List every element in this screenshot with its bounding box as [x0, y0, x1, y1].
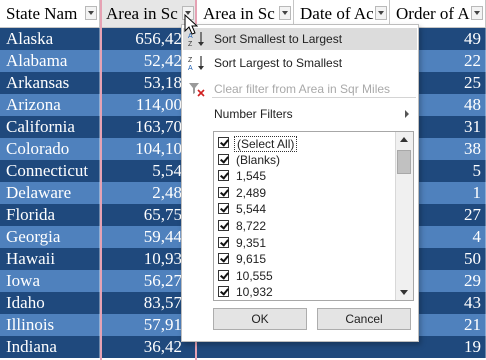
scroll-up-button[interactable]: [396, 132, 412, 148]
list-scrollbar[interactable]: [395, 132, 413, 300]
filter-dropdown-menu: A Z Sort Smallest to Largest Z A Sort La…: [181, 24, 419, 342]
sort-descending-icon: Z A: [188, 56, 204, 71]
checkbox-checked-icon[interactable]: [218, 286, 229, 298]
checkbox-checked-icon[interactable]: [218, 269, 229, 281]
ok-button[interactable]: OK: [213, 308, 307, 330]
checkbox-checked-icon[interactable]: [218, 170, 229, 182]
state-name-cell[interactable]: Arizona: [0, 94, 100, 116]
state-name-cell[interactable]: California: [0, 116, 100, 138]
sort-descending-label: Sort Largest to Smallest: [214, 56, 343, 70]
checkbox-checked-icon[interactable]: [218, 253, 229, 265]
filter-value-label: (Blanks): [236, 152, 281, 167]
filter-value-label: 10,555: [236, 268, 273, 283]
scroll-down-button[interactable]: [396, 284, 412, 300]
state-name-cell[interactable]: Iowa: [0, 270, 100, 292]
checkbox-checked-icon[interactable]: [218, 203, 229, 215]
filter-values-list[interactable]: 10,932 10,555 9,615 9,351 8,722 5,544 2,489 1,5…: [213, 131, 414, 301]
filter-value-label: 8,722: [236, 219, 267, 233]
filter-value-label: 9,615: [236, 252, 267, 267]
filter-value-label: 2,489: [236, 185, 267, 200]
svg-text:Z: Z: [188, 41, 193, 47]
filter-value-label: 5,544: [236, 202, 267, 217]
sort-descending-item[interactable]: Z A Sort Largest to Smallest: [183, 52, 417, 74]
column-header-label: Area in Sc: [106, 4, 178, 23]
submenu-arrow-icon: [405, 110, 409, 118]
sort-ascending-item[interactable]: A Z Sort Smallest to Largest: [183, 28, 417, 50]
mouse-cursor-icon: [184, 14, 198, 35]
filter-value-label: 9,351: [236, 235, 267, 250]
column-header-label: State Nam: [6, 4, 78, 23]
filter-dropdown-icon[interactable]: [279, 6, 291, 20]
checkbox-checked-icon[interactable]: [218, 236, 229, 248]
filter-value-label: 1,545: [236, 169, 267, 184]
svg-text:A: A: [188, 65, 193, 71]
filter-dropdown-icon[interactable]: [471, 6, 483, 20]
checkbox-checked-icon[interactable]: [218, 137, 229, 148]
state-name-cell[interactable]: Connecticut: [0, 160, 100, 182]
filter-dropdown-icon[interactable]: [375, 6, 387, 20]
sort-ascending-label: Sort Smallest to Largest: [214, 32, 343, 46]
state-name-cell[interactable]: Alabama: [0, 50, 100, 72]
filter-dropdown-icon[interactable]: [85, 6, 97, 20]
state-name-cell[interactable]: Arkansas: [0, 72, 100, 94]
state-name-cell[interactable]: Florida: [0, 204, 100, 226]
cancel-button[interactable]: Cancel: [317, 308, 411, 330]
scroll-thumb[interactable]: [397, 150, 411, 174]
svg-text:Z: Z: [188, 57, 193, 64]
state-name-cell[interactable]: Colorado: [0, 138, 100, 160]
number-filters-label: Number Filters: [214, 107, 293, 121]
checkbox-checked-icon[interactable]: [218, 186, 229, 198]
checkbox-checked-icon[interactable]: [218, 153, 229, 165]
column-header-0[interactable]: State Nam: [0, 0, 100, 28]
state-name-cell[interactable]: Illinois: [0, 314, 100, 336]
menu-divider: [212, 97, 416, 98]
state-name-cell[interactable]: Georgia: [0, 226, 100, 248]
checkbox-checked-icon[interactable]: [218, 220, 229, 231]
clear-filter-icon: [189, 83, 205, 97]
state-name-cell[interactable]: Hawaii: [0, 248, 100, 270]
state-name-cell[interactable]: Delaware: [0, 182, 100, 204]
filter-value-label: (Select All): [234, 136, 298, 152]
filter-value-label: 10,932: [236, 285, 273, 300]
state-name-cell[interactable]: Indiana: [0, 336, 100, 358]
state-name-cell[interactable]: Alaska: [0, 28, 100, 50]
number-filters-item[interactable]: Number Filters: [183, 103, 417, 125]
state-name-cell[interactable]: Idaho: [0, 292, 100, 314]
